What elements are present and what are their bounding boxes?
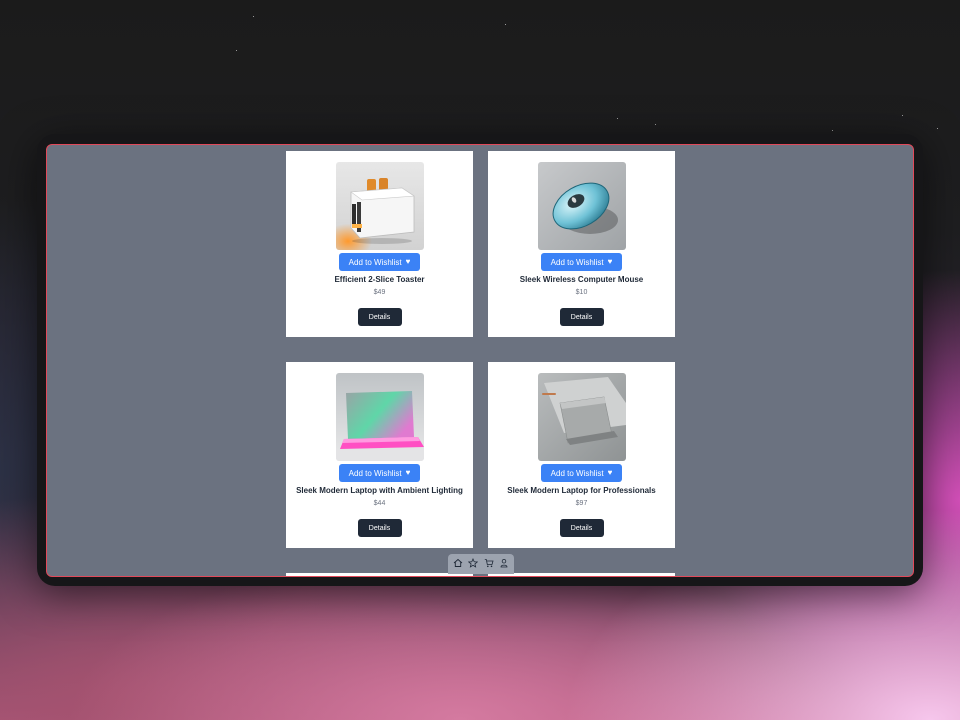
product-price: $97 <box>575 500 588 507</box>
heart-icon: ♥ <box>607 257 613 266</box>
product-price: $10 <box>575 289 588 296</box>
product-image-laptop-pro <box>537 373 626 461</box>
app-screen: Add to Wishlist ♥ Efficient 2-Slice Toas… <box>46 144 914 577</box>
star-icon[interactable] <box>468 557 479 570</box>
product-title: Sleek Modern Laptop for Professionals <box>507 486 656 495</box>
details-button[interactable]: Details <box>559 308 604 326</box>
add-to-wishlist-label: Add to Wishlist <box>550 468 604 478</box>
product-title: Sleek Wireless Computer Mouse <box>519 275 644 284</box>
product-card-laptop-pro: Add to Wishlist ♥ Sleek Modern Laptop fo… <box>488 362 675 548</box>
product-price: $49 <box>373 289 386 296</box>
add-to-wishlist-label: Add to Wishlist <box>348 468 402 478</box>
product-card-laptop-ambient: Add to Wishlist ♥ Sleek Modern Laptop wi… <box>286 362 473 548</box>
add-to-wishlist-button[interactable]: Add to Wishlist ♥ <box>540 464 623 482</box>
product-title: Sleek Modern Laptop with Ambient Lightin… <box>296 486 463 495</box>
details-button[interactable]: Details <box>357 308 402 326</box>
add-to-wishlist-label: Add to Wishlist <box>550 257 604 267</box>
cart-icon[interactable] <box>484 558 494 570</box>
product-card-mouse: Add to Wishlist ♥ Sleek Wireless Compute… <box>488 151 675 337</box>
add-to-wishlist-button[interactable]: Add to Wishlist ♥ <box>338 253 421 271</box>
product-card-toaster: Add to Wishlist ♥ Efficient 2-Slice Toas… <box>286 151 473 337</box>
product-card-partial <box>286 573 473 576</box>
product-card-partial <box>488 573 675 576</box>
add-to-wishlist-button[interactable]: Add to Wishlist ♥ <box>540 253 623 271</box>
heart-icon: ♥ <box>405 468 411 477</box>
product-title: Efficient 2-Slice Toaster <box>334 275 425 284</box>
heart-icon: ♥ <box>405 257 411 266</box>
home-icon[interactable] <box>453 558 463 570</box>
product-image-laptop-ambient <box>335 373 424 461</box>
details-button[interactable]: Details <box>559 519 604 537</box>
bottom-nav <box>448 554 514 574</box>
add-to-wishlist-button[interactable]: Add to Wishlist ♥ <box>338 464 421 482</box>
product-price: $44 <box>373 500 386 507</box>
add-to-wishlist-label: Add to Wishlist <box>348 257 402 267</box>
product-image-toaster <box>335 162 424 250</box>
details-button[interactable]: Details <box>357 519 402 537</box>
heart-icon: ♥ <box>607 468 613 477</box>
user-icon[interactable] <box>499 558 509 570</box>
product-image-mouse <box>537 162 626 250</box>
